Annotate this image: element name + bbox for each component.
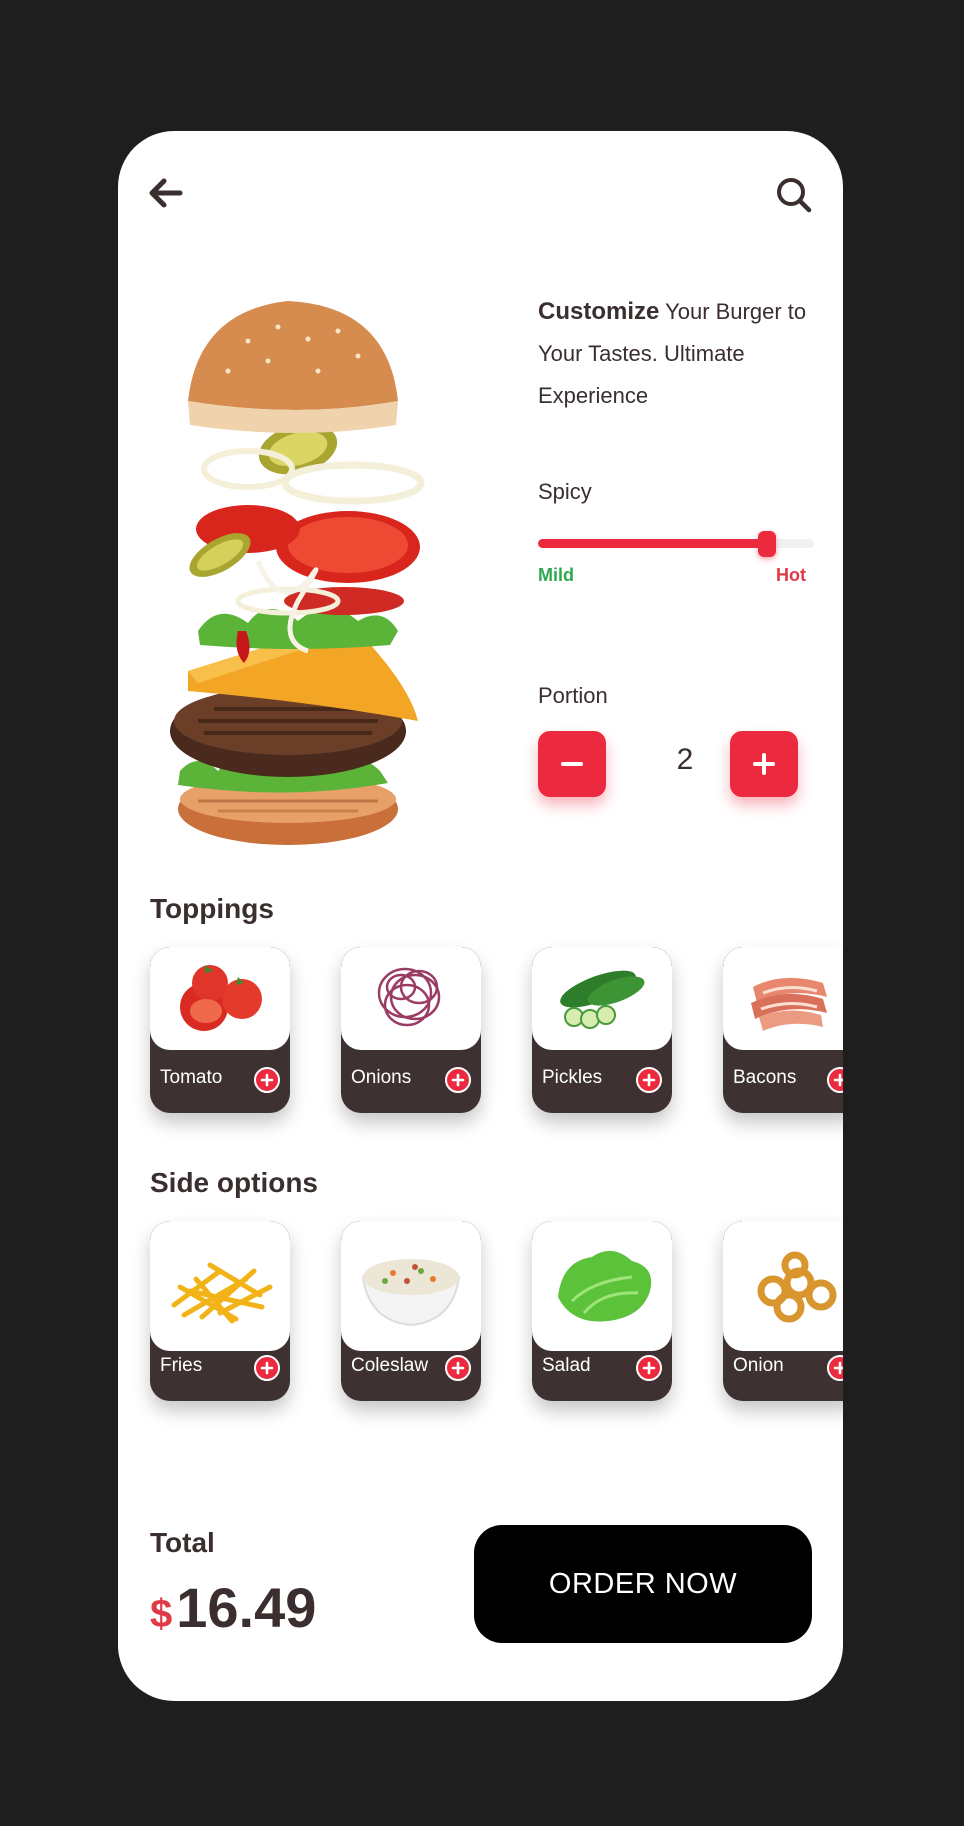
cucumber-image [532,947,672,1050]
add-icon[interactable] [445,1355,471,1381]
topping-label: Onions [351,1067,412,1088]
side-card-coleslaw[interactable]: Coleslaw [341,1221,481,1401]
onion-rings-fried-image [723,1221,843,1351]
back-button[interactable] [146,173,186,213]
price-amount: 16.49 [176,1576,317,1639]
onion-rings-image [341,947,481,1050]
coleslaw-image [341,1221,481,1351]
topping-label: Bacons [733,1067,797,1088]
plus-icon [753,753,775,775]
side-label: Salad [542,1355,591,1376]
topping-card-onions[interactable]: Onions [341,947,481,1113]
currency-symbol: $ [150,1592,173,1636]
minus-icon [561,762,583,766]
burger-image [170,301,425,845]
headline-bold: Customize [538,298,660,325]
search-icon [777,178,812,213]
side-label: Onion [733,1355,784,1376]
topping-card-tomato[interactable]: Tomato [150,947,290,1113]
toppings-title: Toppings [150,893,274,924]
side-card-salad[interactable]: Salad [532,1221,672,1401]
side-label: Coleslaw [351,1355,429,1376]
add-icon[interactable] [445,1067,471,1093]
add-icon[interactable] [254,1355,280,1381]
topping-label: Tomato [160,1067,223,1088]
increase-portion-button[interactable] [730,731,798,797]
side-options-title: Side options [150,1167,318,1198]
lettuce-image [532,1221,672,1351]
tomato-image [150,947,290,1050]
total-price: $16.49 [150,1575,316,1640]
add-icon[interactable] [827,1067,843,1093]
side-card-fries[interactable]: Fries [150,1221,290,1401]
spicy-slider[interactable] [538,531,814,557]
portion-label: Portion [538,683,608,708]
slider-thumb[interactable] [758,531,777,557]
topping-card-bacons[interactable]: Bacons [723,947,843,1113]
total-label: Total [150,1527,215,1558]
spicy-label: Spicy [538,479,592,504]
mild-label: Mild [538,565,574,585]
topping-label: Pickles [542,1067,603,1088]
bacon-image [723,947,843,1050]
add-icon[interactable] [636,1067,662,1093]
side-card-onion[interactable]: Onion [723,1221,843,1401]
side-label: Fries [160,1355,203,1376]
portion-value: 2 [676,743,694,776]
arrow-left-icon [149,178,183,208]
headline: Customize Your Burger to Your Tastes. Ul… [538,291,818,417]
topping-card-pickles[interactable]: Pickles [532,947,672,1113]
search-button[interactable] [774,175,814,215]
slider-fill [538,539,768,548]
add-icon[interactable] [827,1355,843,1381]
decrease-portion-button[interactable] [538,731,606,797]
phone-screen: Customize Your Burger to Your Tastes. Ul… [118,131,843,1701]
add-icon[interactable] [254,1067,280,1093]
add-icon[interactable] [636,1355,662,1381]
fries-image [150,1221,290,1351]
hot-label: Hot [776,565,806,585]
order-now-button[interactable]: ORDER NOW [474,1525,812,1643]
